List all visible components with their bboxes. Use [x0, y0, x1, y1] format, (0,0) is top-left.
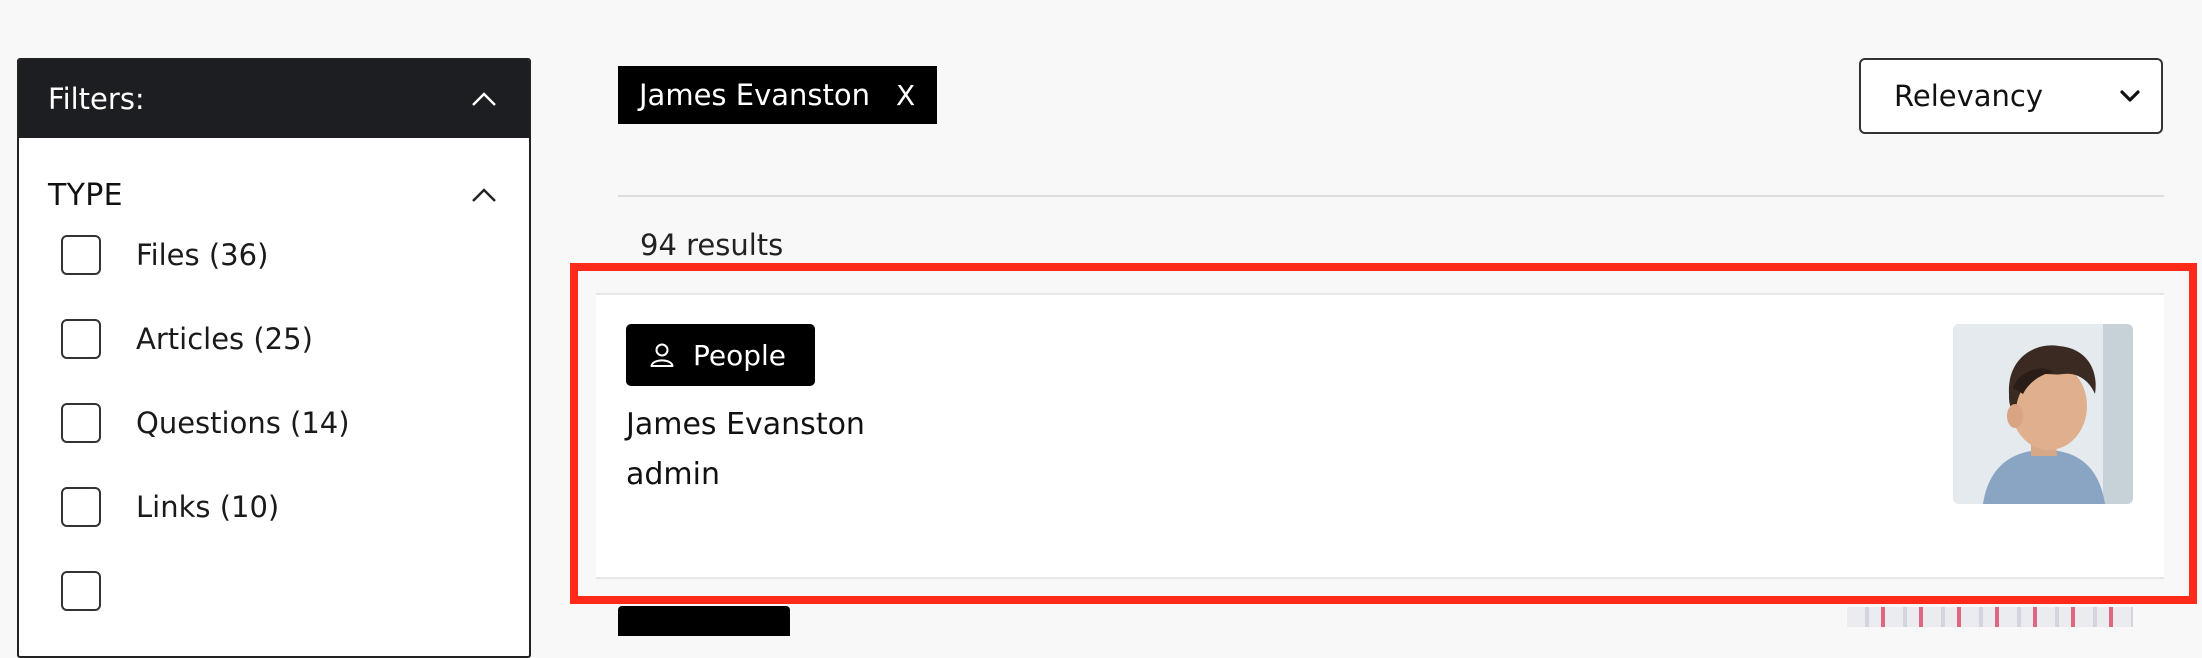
chevron-up-icon[interactable]	[469, 84, 499, 114]
filter-option-links[interactable]: Links (10)	[48, 486, 499, 528]
checkbox[interactable]	[61, 487, 101, 527]
filter-option-label: Links (10)	[136, 490, 280, 524]
checkbox[interactable]	[61, 403, 101, 443]
highlight-box	[570, 263, 2197, 604]
chevron-down-icon	[2120, 90, 2140, 102]
close-icon[interactable]: X	[896, 79, 915, 112]
checkbox[interactable]	[61, 319, 101, 359]
filter-option-label: Files (36)	[136, 238, 269, 272]
next-type-badge[interactable]	[618, 606, 790, 636]
filter-option-label: Articles (25)	[136, 322, 313, 356]
filter-option-label: Questions (14)	[136, 406, 350, 440]
type-filter-section: TYPE Files (36) Articles (25) Questions …	[19, 156, 529, 612]
next-thumbnail	[1847, 607, 2133, 627]
checkbox[interactable]	[61, 571, 101, 611]
filter-option-questions[interactable]: Questions (14)	[48, 402, 499, 444]
type-filter-title: TYPE	[48, 177, 123, 213]
results-count: 94 results	[640, 228, 784, 262]
filters-header[interactable]: Filters:	[19, 60, 529, 138]
filter-option-files[interactable]: Files (36)	[48, 234, 499, 276]
type-filter-header[interactable]: TYPE	[48, 156, 499, 234]
filters-title: Filters:	[48, 82, 145, 116]
sort-dropdown[interactable]: Relevancy	[1859, 58, 2163, 134]
filter-option-partial[interactable]	[48, 570, 499, 612]
active-filter-label: James Evanston	[639, 78, 870, 112]
sort-selected-value: Relevancy	[1894, 79, 2044, 113]
filter-option-articles[interactable]: Articles (25)	[48, 318, 499, 360]
active-filter-tag: James Evanston X	[618, 66, 938, 124]
filters-panel: Filters: TYPE Files (36) Articles (25) Q…	[17, 58, 531, 658]
divider	[618, 195, 2164, 197]
chevron-up-icon[interactable]	[469, 180, 499, 210]
checkbox[interactable]	[61, 235, 101, 275]
